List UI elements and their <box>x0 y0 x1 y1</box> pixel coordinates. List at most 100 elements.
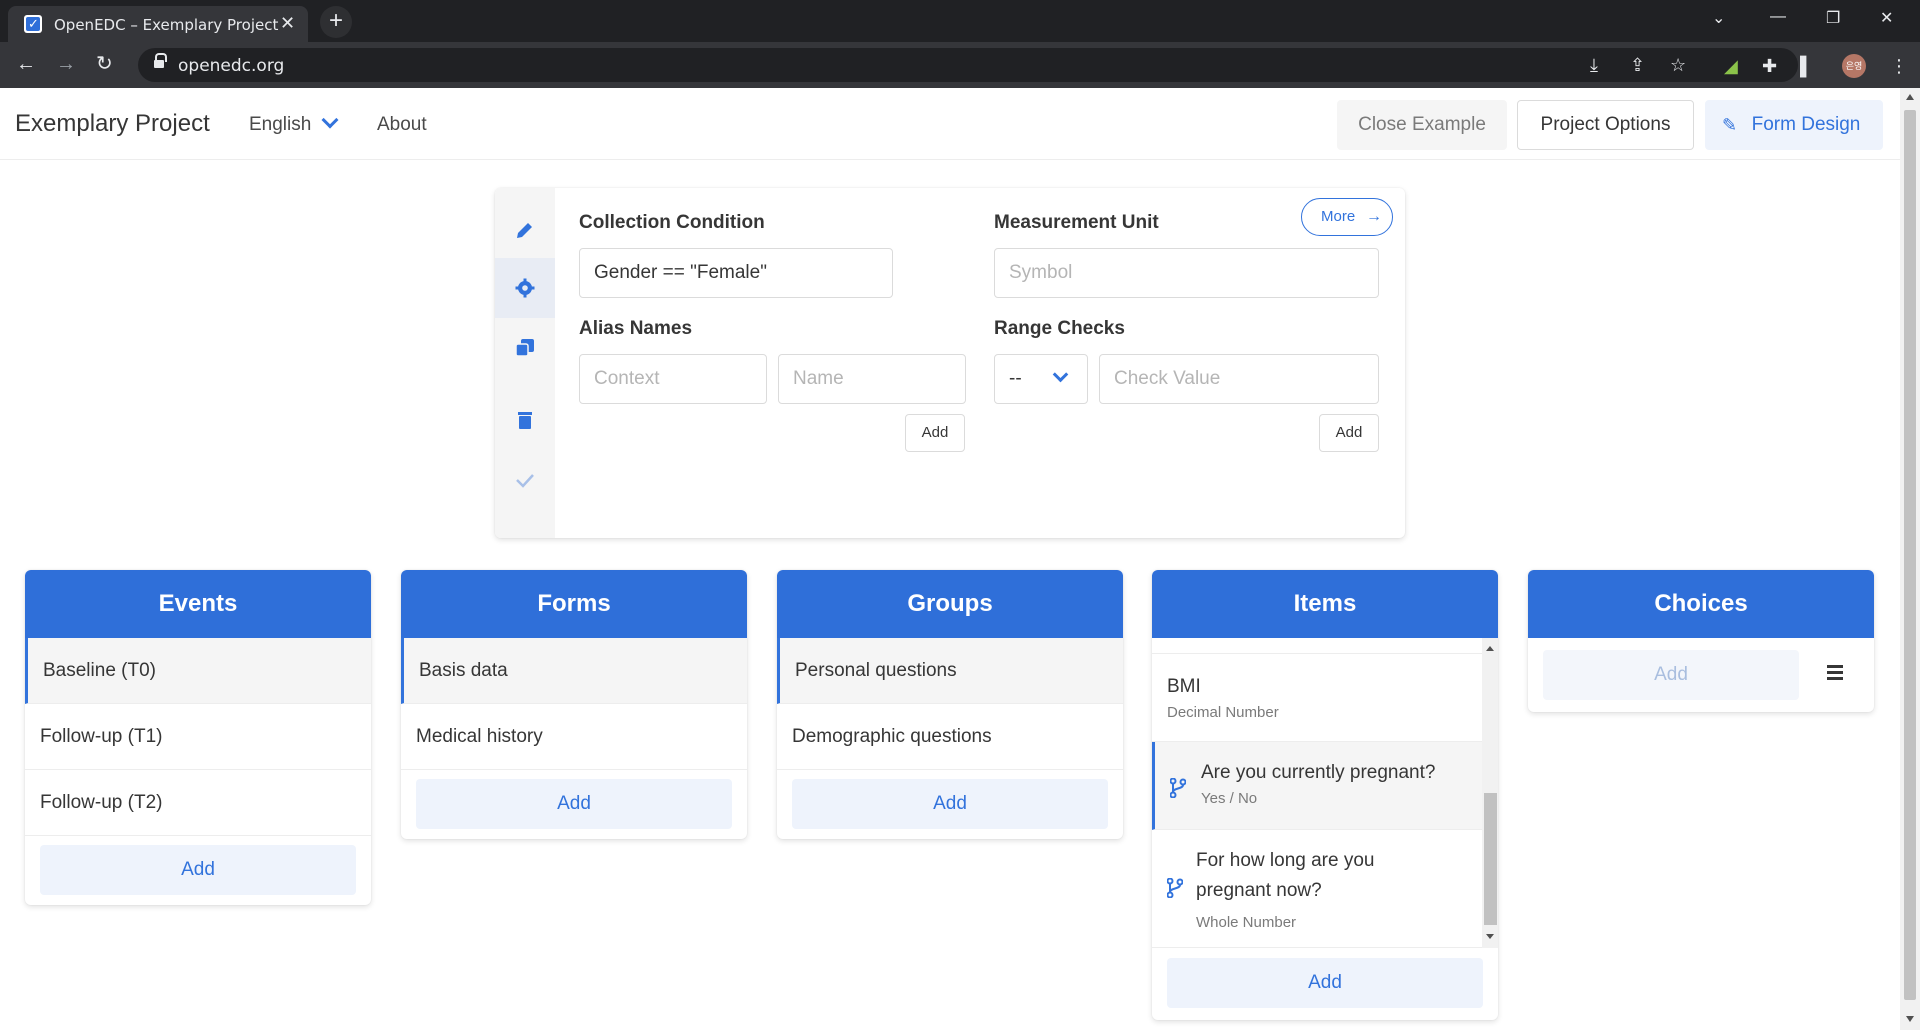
add-choice-button[interactable]: Add <box>1543 650 1799 700</box>
address-bar[interactable]: openedc.org ⤓ ⇪ ☆ <box>138 48 1798 82</box>
edit-tab[interactable] <box>495 200 555 260</box>
list-item[interactable]: For how long are you pregnant now? Whole… <box>1152 830 1498 948</box>
gear-icon <box>515 278 535 298</box>
add-item-button[interactable]: Add <box>1167 958 1483 1008</box>
minimize-icon[interactable]: — <box>1770 8 1786 26</box>
add-range-check-button[interactable]: Add <box>1319 414 1379 452</box>
form-design-button[interactable]: ✎ Form Design <box>1705 100 1883 150</box>
range-check-value-input[interactable]: Check Value <box>1099 354 1379 404</box>
delete-tab[interactable] <box>495 390 555 450</box>
alias-names-label: Alias Names <box>579 318 693 339</box>
page-scroll-thumb[interactable] <box>1904 110 1916 1000</box>
side-panel-icon[interactable]: ▌ <box>1800 56 1813 77</box>
collection-condition-input[interactable]: Gender == "Female" <box>579 248 893 298</box>
range-comparator-select[interactable]: -- <box>994 354 1088 404</box>
language-select[interactable]: English <box>249 114 311 136</box>
items-scroll-thumb[interactable] <box>1484 793 1497 925</box>
browser-tab-strip: ✓ OpenEDC – Exemplary Project ✕ + ⌄ — ❐ … <box>0 0 1920 42</box>
add-alias-button[interactable]: Add <box>905 414 965 452</box>
browser-toolbar: ← → ↻ openedc.org ⤓ ⇪ ☆ ◢ ✚ ▌ 은영 ⋮ <box>0 42 1920 88</box>
items-column: Items BMI Decimal Number Are you current… <box>1152 570 1498 1020</box>
forms-header: Forms <box>401 570 747 638</box>
list-item[interactable]: Personal questions <box>777 638 1123 704</box>
settings-tab[interactable] <box>495 258 555 318</box>
alias-context-input[interactable]: Context <box>579 354 767 404</box>
events-column: Events Baseline (T0) Follow-up (T1) Foll… <box>25 570 371 905</box>
items-scrollbar[interactable] <box>1482 638 1498 948</box>
hamburger-menu-icon[interactable] <box>1827 665 1843 680</box>
list-item[interactable]: Basis data <box>401 638 747 704</box>
range-comparator-value: -- <box>1009 368 1022 389</box>
add-group-button[interactable]: Add <box>792 779 1108 829</box>
item-name: BMI <box>1167 676 1201 697</box>
scroll-down-icon[interactable] <box>1486 934 1494 939</box>
options-sidebar <box>495 188 555 538</box>
code-branch-icon <box>1167 878 1183 898</box>
restore-icon[interactable]: ❐ <box>1826 8 1840 28</box>
collection-condition-label: Collection Condition <box>579 212 765 233</box>
scroll-up-icon[interactable] <box>1486 646 1494 651</box>
element-options-panel: Collection Condition Gender == "Female" … <box>495 188 1405 538</box>
items-list: BMI Decimal Number Are you currently pre… <box>1152 638 1498 948</box>
list-item[interactable]: Medical history <box>401 704 747 770</box>
list-item <box>1152 638 1498 654</box>
lock-icon <box>154 53 167 70</box>
window-close-icon[interactable]: ✕ <box>1880 8 1893 28</box>
forward-icon[interactable]: → <box>56 52 76 76</box>
chevron-down-icon[interactable] <box>321 111 339 129</box>
scroll-up-icon[interactable] <box>1906 94 1914 100</box>
groups-column: Groups Personal questions Demographic qu… <box>777 570 1123 839</box>
list-item[interactable]: BMI Decimal Number <box>1152 654 1498 742</box>
list-item[interactable]: Demographic questions <box>777 704 1123 770</box>
list-item[interactable]: Follow-up (T1) <box>25 704 371 770</box>
chevron-down-icon <box>1052 366 1069 383</box>
save-tab[interactable] <box>495 450 555 510</box>
bookmark-star-icon[interactable]: ☆ <box>1670 55 1686 76</box>
tab-search-icon[interactable]: ⌄ <box>1712 8 1725 28</box>
profile-avatar[interactable]: 은영 <box>1842 54 1866 78</box>
reload-icon[interactable]: ↻ <box>96 52 113 76</box>
trash-icon <box>518 412 532 429</box>
browser-menu-icon[interactable]: ⋮ <box>1890 56 1908 77</box>
item-type: Decimal Number <box>1167 704 1279 721</box>
back-icon[interactable]: ← <box>16 52 36 76</box>
measurement-unit-input[interactable]: Symbol <box>994 248 1379 298</box>
openedc-favicon-icon: ✓ <box>24 15 42 33</box>
add-event-button[interactable]: Add <box>40 845 356 895</box>
choices-header: Choices <box>1528 570 1874 638</box>
top-navbar: Exemplary Project English About Close Ex… <box>0 88 1900 160</box>
drafting-compass-icon: ✎ <box>1722 115 1738 135</box>
project-options-button[interactable]: Project Options <box>1517 100 1694 150</box>
about-link[interactable]: About <box>377 114 427 136</box>
list-item[interactable]: Baseline (T0) <box>25 638 371 704</box>
share-icon[interactable]: ⇪ <box>1630 55 1645 76</box>
range-checks-label: Range Checks <box>994 318 1125 339</box>
more-label: More <box>1321 208 1356 225</box>
forms-column: Forms Basis data Medical history Add <box>401 570 747 839</box>
extension-icon[interactable]: ◢ <box>1724 56 1738 77</box>
tab-close-icon[interactable]: ✕ <box>280 12 295 34</box>
page-scrollbar[interactable] <box>1900 88 1920 1030</box>
project-title[interactable]: Exemplary Project <box>15 110 210 138</box>
close-example-button[interactable]: Close Example <box>1337 100 1507 150</box>
choices-column: Choices Add <box>1528 570 1874 712</box>
extensions-puzzle-icon[interactable]: ✚ <box>1762 56 1777 77</box>
item-name: For how long are you pregnant now? <box>1196 850 1375 901</box>
events-header: Events <box>25 570 371 638</box>
add-form-button[interactable]: Add <box>416 779 732 829</box>
list-item[interactable]: Follow-up (T2) <box>25 770 371 836</box>
list-item[interactable]: Are you currently pregnant? Yes / No <box>1152 742 1498 830</box>
choices-body: Add <box>1528 638 1874 712</box>
alias-name-input[interactable]: Name <box>778 354 966 404</box>
browser-tab[interactable]: ✓ OpenEDC – Exemplary Project ✕ <box>8 6 308 42</box>
install-app-icon[interactable]: ⤓ <box>1590 55 1598 76</box>
form-design-label: Form Design <box>1751 114 1861 135</box>
pencil-icon <box>517 223 532 238</box>
items-header: Items <box>1152 570 1498 638</box>
new-tab-button[interactable]: + <box>320 6 352 38</box>
code-branch-icon <box>1170 778 1186 798</box>
duplicate-tab[interactable] <box>495 318 555 378</box>
item-type: Yes / No <box>1201 790 1258 807</box>
more-button[interactable]: More → <box>1301 198 1393 236</box>
scroll-down-icon[interactable] <box>1906 1016 1914 1022</box>
